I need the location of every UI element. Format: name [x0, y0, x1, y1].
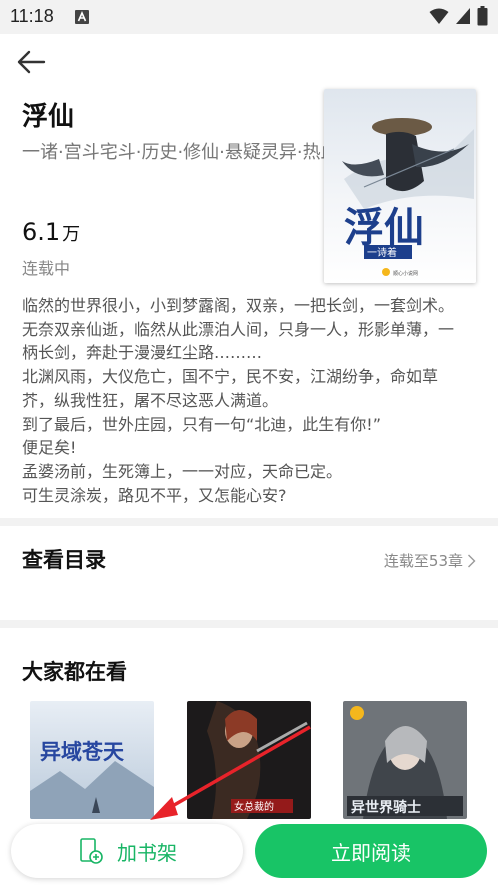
book-tags: 一诸·宫斗宅斗·历史·修仙·悬疑灵异·热血: [22, 142, 327, 163]
back-button[interactable]: [14, 45, 48, 79]
word-count-unit: 万: [62, 224, 81, 245]
cover-publisher-text: 顺心小说网: [393, 270, 418, 277]
read-now-label: 立即阅读: [331, 840, 411, 865]
intro-line: 孟婆汤前，生死簿上，一一对应，天命已定。: [22, 461, 343, 481]
intro-line: 无奈双亲仙逝，临然从此漂泊人间，只身一人，形影单薄，一: [22, 319, 455, 339]
intro-line: 芥，纵我性狂，屠不尽这恶人满道。: [22, 390, 279, 410]
intro-line: 便足矣!: [22, 438, 77, 458]
book-cover-art: 浮仙 一诗着 顺心小说网: [324, 89, 476, 283]
notification-a-icon: [75, 10, 89, 24]
serial-status: 连载中: [22, 259, 71, 278]
battery-icon: [477, 6, 488, 26]
back-arrow-icon: [17, 50, 46, 74]
recommend-heading: 大家都在看: [22, 660, 127, 684]
intro-line: 柄长剑，奔赴于漫漫红尘路………: [22, 343, 263, 363]
chevron-right-icon: [468, 554, 476, 567]
status-time: 11:18: [10, 6, 54, 26]
intro-line: 可生灵涂炭，路见不平，又怎能心安?: [22, 485, 287, 505]
read-now-button[interactable]: 立即阅读: [255, 824, 487, 878]
recommend-book[interactable]: 女总裁的: [187, 701, 311, 819]
recommend-cover-1: 异域苍天: [30, 701, 154, 819]
book-intro: 临然的世界很小，小到梦露阁，双亲，一把长剑，一套剑术。 无奈双亲仙逝，临然从此漂…: [22, 294, 482, 507]
toc-section[interactable]: 查看目录 连载至53章: [0, 526, 498, 620]
recommend-book[interactable]: 异世界骑士: [343, 701, 467, 819]
intro-line: 北渊风雨，大仪危亡，国不宁，民不安，江湖纷争，命如草: [22, 367, 439, 387]
word-count-value: 6.1: [22, 218, 61, 246]
wifi-icon: [429, 8, 449, 24]
recommend-cover-2: 女总裁的: [187, 701, 311, 819]
word-count: 6.1 万: [22, 218, 80, 246]
recommend-cover-text: 异世界骑士: [351, 799, 421, 816]
book-info-panel: 浮仙 一诸·宫斗宅斗·历史·修仙·悬疑灵异·热血 6.1 万 连载中 浮仙 一诗着: [0, 86, 498, 518]
toc-heading: 查看目录: [22, 548, 106, 572]
add-book-icon: [80, 838, 103, 864]
status-bar: 11:18: [0, 0, 498, 34]
book-cover[interactable]: 浮仙 一诗着 顺心小说网: [324, 89, 476, 283]
intro-line: 临然的世界很小，小到梦露阁，双亲，一把长剑，一套剑术。: [22, 296, 455, 315]
recommend-book[interactable]: 异域苍天: [30, 701, 154, 819]
toc-chapter-status: 连载至53章: [383, 552, 463, 570]
add-to-shelf-button[interactable]: 加书架: [11, 824, 243, 878]
book-title: 浮仙: [22, 102, 75, 132]
top-bar: [0, 34, 498, 86]
cover-author-text: 一诗着: [367, 246, 397, 259]
recommend-cover-text: 异域苍天: [40, 739, 125, 764]
cover-title-text: 浮仙: [344, 204, 424, 251]
recommend-cover-text: 女总裁的: [234, 800, 274, 813]
recommend-cover-3: 异世界骑士: [343, 701, 467, 819]
toc-chapter-link[interactable]: 连载至53章: [384, 550, 476, 571]
intro-line: 到了最后，世外庄园，只有一句“北迪，此生有你!”: [22, 414, 381, 434]
signal-icon: [456, 8, 470, 24]
add-to-shelf-label: 加书架: [117, 840, 177, 865]
